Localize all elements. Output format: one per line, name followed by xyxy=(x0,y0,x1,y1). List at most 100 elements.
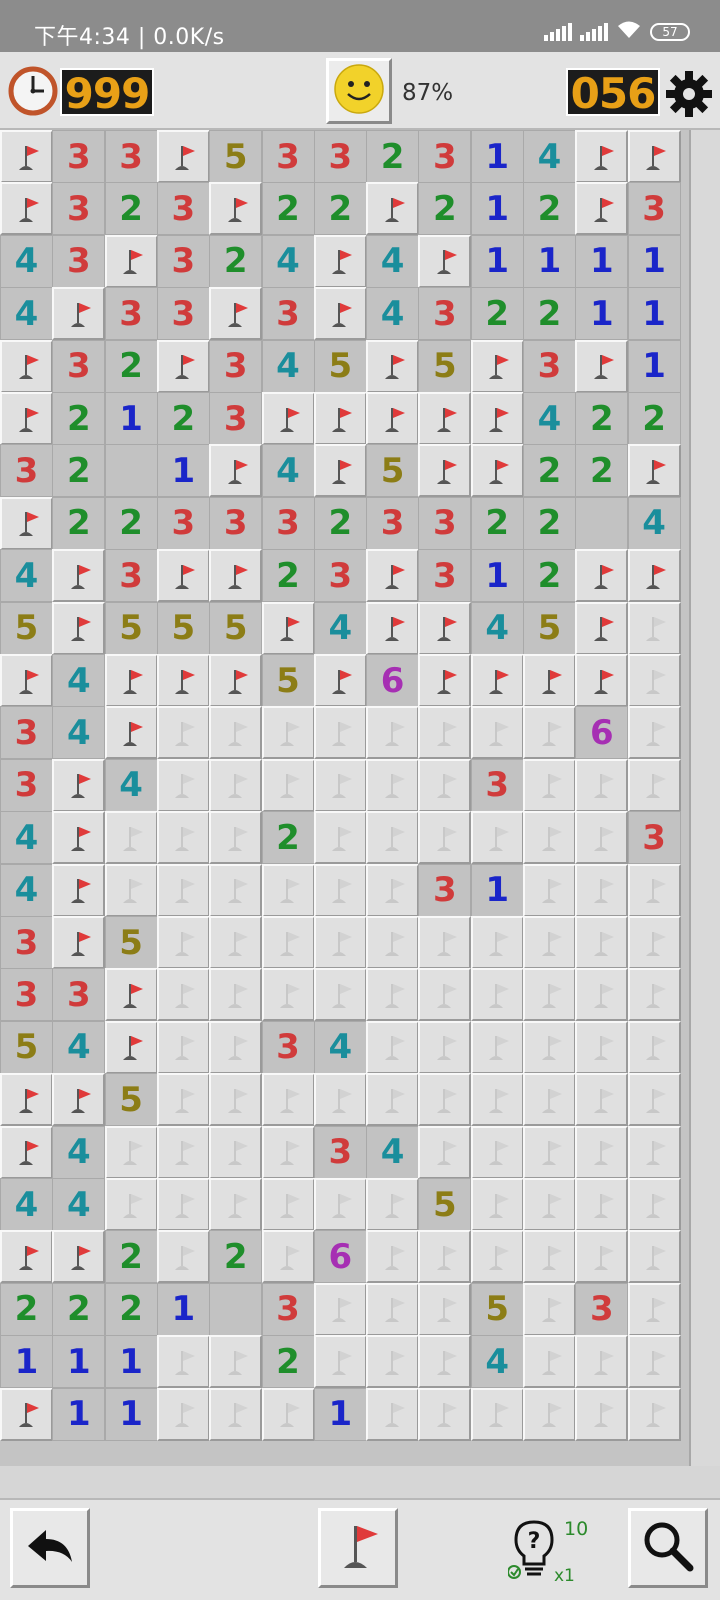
number-cell[interactable]: 5 xyxy=(418,339,472,393)
number-cell[interactable]: 4 xyxy=(366,1125,420,1179)
number-cell[interactable]: 2 xyxy=(418,182,472,236)
search-button[interactable] xyxy=(628,1508,708,1588)
flagged-cell[interactable] xyxy=(366,601,420,655)
number-cell[interactable]: 4 xyxy=(104,758,158,812)
unopened-cell[interactable] xyxy=(156,1125,210,1179)
flagged-cell[interactable] xyxy=(156,130,210,183)
unopened-cell[interactable] xyxy=(209,1387,263,1441)
number-cell[interactable]: 1 xyxy=(575,234,629,288)
number-cell[interactable]: 4 xyxy=(523,392,576,445)
number-cell[interactable]: 3 xyxy=(366,496,420,550)
flagged-cell[interactable] xyxy=(52,916,106,969)
number-cell[interactable]: 2 xyxy=(104,496,158,550)
number-cell[interactable]: 1 xyxy=(470,863,524,917)
flagged-cell[interactable] xyxy=(52,758,106,812)
unopened-cell[interactable] xyxy=(261,1178,315,1231)
flagged-cell[interactable] xyxy=(0,496,53,550)
flagged-cell[interactable] xyxy=(0,1230,53,1284)
unopened-cell[interactable] xyxy=(209,1335,263,1389)
number-cell[interactable]: 2 xyxy=(104,1230,158,1284)
unopened-cell[interactable] xyxy=(261,1073,315,1127)
unopened-cell[interactable] xyxy=(366,968,420,1022)
flagged-cell[interactable] xyxy=(0,392,53,445)
flagged-cell[interactable] xyxy=(313,287,367,341)
number-cell[interactable]: 3 xyxy=(627,182,681,236)
flagged-cell[interactable] xyxy=(313,444,367,498)
number-cell[interactable]: 3 xyxy=(156,287,210,341)
unopened-cell[interactable] xyxy=(313,811,367,865)
flagged-cell[interactable] xyxy=(52,549,106,603)
unopened-cell[interactable] xyxy=(156,1178,210,1231)
flagged-cell[interactable] xyxy=(418,654,472,707)
number-cell[interactable]: 3 xyxy=(418,863,472,917)
number-cell[interactable]: 4 xyxy=(0,811,53,865)
number-cell[interactable]: 2 xyxy=(261,1335,315,1389)
number-cell[interactable]: 4 xyxy=(0,549,53,603)
flagged-cell[interactable] xyxy=(0,1073,53,1127)
number-cell[interactable]: 3 xyxy=(261,1282,315,1336)
flagged-cell[interactable] xyxy=(0,339,53,393)
number-cell[interactable]: 1 xyxy=(156,444,210,498)
flagged-cell[interactable] xyxy=(313,654,367,707)
unopened-cell[interactable] xyxy=(523,1073,576,1127)
flagged-cell[interactable] xyxy=(470,339,524,393)
unopened-cell[interactable] xyxy=(575,1125,629,1179)
flagged-cell[interactable] xyxy=(627,549,681,603)
unopened-cell[interactable] xyxy=(575,1387,629,1441)
flagged-cell[interactable] xyxy=(313,392,367,445)
unopened-cell[interactable] xyxy=(470,916,524,969)
number-cell[interactable]: 3 xyxy=(209,496,263,550)
flagged-cell[interactable] xyxy=(470,444,524,498)
unopened-cell[interactable] xyxy=(418,758,472,812)
unopened-cell[interactable] xyxy=(156,758,210,812)
unopened-cell[interactable] xyxy=(261,916,315,969)
unopened-cell[interactable] xyxy=(470,968,524,1022)
flagged-cell[interactable] xyxy=(627,444,681,498)
number-cell[interactable]: 5 xyxy=(156,601,210,655)
number-cell[interactable]: 3 xyxy=(261,287,315,341)
unopened-cell[interactable] xyxy=(418,1020,472,1074)
number-cell[interactable]: 3 xyxy=(0,968,53,1022)
number-cell[interactable]: 2 xyxy=(209,234,263,288)
number-cell[interactable]: 1 xyxy=(104,392,158,445)
unopened-cell[interactable] xyxy=(627,1073,681,1127)
number-cell[interactable]: 4 xyxy=(523,130,576,183)
unopened-cell[interactable] xyxy=(366,863,420,917)
number-cell[interactable]: 3 xyxy=(156,182,210,236)
flag-mode-button[interactable] xyxy=(318,1508,398,1588)
number-cell[interactable]: 3 xyxy=(575,1282,629,1336)
number-cell[interactable]: 1 xyxy=(470,549,524,603)
number-cell[interactable]: 3 xyxy=(418,549,472,603)
unopened-cell[interactable] xyxy=(366,1387,420,1441)
number-cell[interactable]: 2 xyxy=(261,182,315,236)
unopened-cell[interactable] xyxy=(575,863,629,917)
flagged-cell[interactable] xyxy=(52,287,106,341)
number-cell[interactable]: 5 xyxy=(104,916,158,969)
number-cell[interactable]: 2 xyxy=(52,1282,106,1336)
flagged-cell[interactable] xyxy=(575,182,629,236)
number-cell[interactable]: 2 xyxy=(52,444,106,498)
unopened-cell[interactable] xyxy=(575,1178,629,1231)
number-cell[interactable]: 3 xyxy=(104,130,158,183)
unopened-cell[interactable] xyxy=(627,601,681,655)
number-cell[interactable]: 1 xyxy=(313,1387,367,1441)
number-cell[interactable]: 4 xyxy=(0,1178,53,1231)
number-cell[interactable]: 3 xyxy=(313,130,367,183)
flagged-cell[interactable] xyxy=(0,654,53,707)
unopened-cell[interactable] xyxy=(209,1073,263,1127)
number-cell[interactable]: 5 xyxy=(366,444,420,498)
number-cell[interactable]: 3 xyxy=(52,234,106,288)
number-cell[interactable]: 6 xyxy=(366,654,420,707)
number-cell[interactable]: 1 xyxy=(470,182,524,236)
flagged-cell[interactable] xyxy=(104,654,158,707)
unopened-cell[interactable] xyxy=(261,706,315,760)
unopened-cell[interactable] xyxy=(156,1387,210,1441)
number-cell[interactable]: 5 xyxy=(261,654,315,707)
number-cell[interactable]: 4 xyxy=(366,234,420,288)
flagged-cell[interactable] xyxy=(209,287,263,341)
unopened-cell[interactable] xyxy=(366,758,420,812)
unopened-cell[interactable] xyxy=(156,1230,210,1284)
number-cell[interactable]: 2 xyxy=(52,496,106,550)
flagged-cell[interactable] xyxy=(418,392,472,445)
unopened-cell[interactable] xyxy=(627,654,681,707)
